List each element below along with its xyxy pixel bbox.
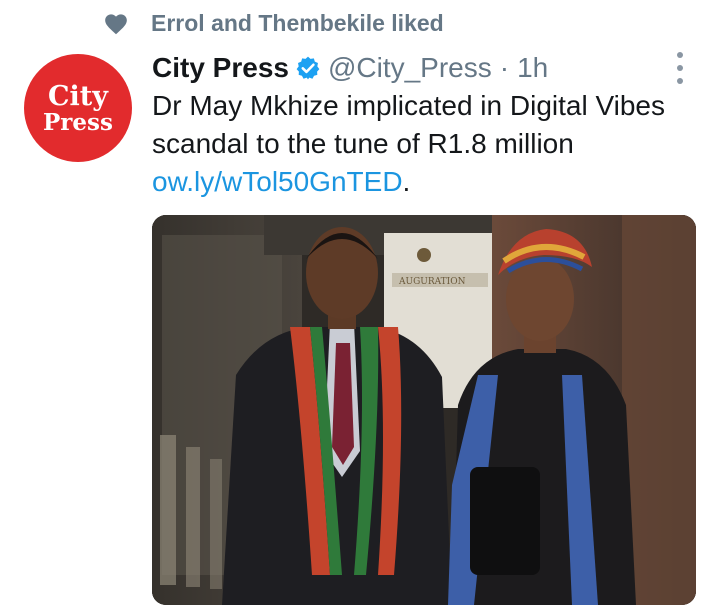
social-context: Errol and Thembekile liked <box>103 8 444 38</box>
author-handle[interactable]: @City_Press <box>328 52 492 84</box>
avatar-logo-line1: City <box>48 80 108 112</box>
social-context-text: Errol and Thembekile liked <box>151 9 444 36</box>
photo-illustration: AUGURATION <box>152 215 696 605</box>
author-name[interactable]: City Press <box>152 52 289 84</box>
separator-dot: · <box>499 52 510 83</box>
more-options-icon[interactable] <box>673 52 687 84</box>
banner-text: AUGURATION <box>398 277 466 287</box>
verified-badge-icon <box>296 56 320 80</box>
tweet-trailing-period: . <box>402 166 411 197</box>
tweet-header: City Press @City_Press · 1h <box>152 50 548 86</box>
tweet-link[interactable]: ow.ly/wTol50GnTED <box>152 166 403 197</box>
heart-icon <box>105 14 127 35</box>
tweet-text: Dr May Mkhize implicated in Digital Vibe… <box>152 90 665 159</box>
avatar[interactable]: City Press <box>24 54 132 162</box>
tweet-media-image[interactable]: AUGURATION <box>152 215 696 605</box>
tweet-timestamp[interactable]: 1h <box>517 52 548 84</box>
avatar-logo-line2: Press <box>43 108 113 136</box>
tweet-body: Dr May Mkhize implicated in Digital Vibe… <box>152 87 712 201</box>
